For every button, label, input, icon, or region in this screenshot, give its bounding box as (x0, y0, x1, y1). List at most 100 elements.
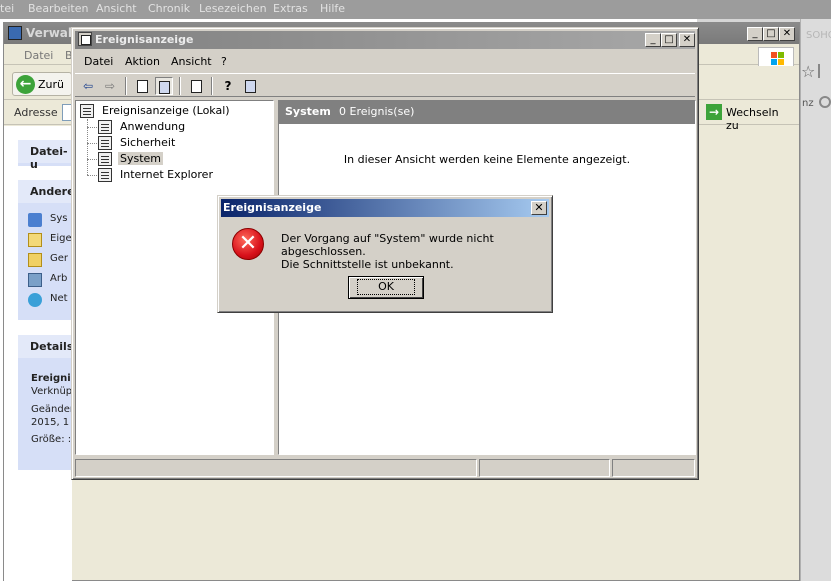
up-folder-icon[interactable] (133, 77, 151, 95)
explorer-title: Verwalt (26, 26, 78, 40)
eventviewer-toolbar: ⇦ ⇨ ? (75, 73, 695, 97)
menu-extras[interactable]: Extras (273, 2, 308, 15)
eventviewer-titlebar: Ereignisanzeige _ □ ✕ (75, 31, 695, 49)
dialog-title: Ereignisanzeige (223, 201, 322, 214)
eventviewer-menubar: Datei Aktion Ansicht ? (75, 51, 695, 71)
other-place-network[interactable]: Net (28, 292, 72, 308)
dialog-message-line1: Der Vorgang auf "System" wurde nicht abg… (281, 232, 494, 258)
addon-text: nz (802, 98, 814, 109)
menu-lesezeichen[interactable]: Lesezeichen (199, 2, 267, 15)
other-place-label: Sys (50, 213, 68, 224)
details-date: 2015, 1 (31, 417, 70, 428)
go-label: Wechseln zu (726, 106, 779, 132)
menu-chronik[interactable]: Chronik (148, 2, 190, 15)
menu-datei[interactable]: Datei (84, 55, 113, 68)
eventviewer-root-icon (80, 104, 94, 118)
go-arrow-icon: → (706, 104, 722, 120)
maximize-button[interactable]: □ (661, 33, 677, 47)
computer-icon (28, 273, 42, 287)
firefox-menubar: tei Bearbeiten Ansicht Chronik Lesezeich… (0, 0, 831, 19)
menu-ansicht[interactable]: Ansicht (171, 55, 212, 68)
status-cell (479, 459, 610, 477)
tree-connector (87, 175, 97, 176)
log-icon (98, 136, 112, 150)
tree-root-label: Ereignisanzeige (Lokal) (102, 104, 230, 117)
menu-help[interactable]: ? (221, 55, 227, 68)
file-tasks-header[interactable]: Datei- u (18, 140, 72, 171)
maximize-button[interactable]: □ (763, 27, 779, 41)
menu-bearbeiten[interactable]: Bearbeiten (28, 2, 88, 15)
other-places-header[interactable]: Andere (18, 180, 75, 203)
error-dialog: Ereignisanzeige ✕ ✕ Der Vorgang auf "Sys… (217, 195, 553, 313)
tree-connector (87, 159, 97, 160)
folder-icon (28, 253, 42, 267)
bookmark-soho[interactable]: SOHO (806, 30, 831, 41)
bookmark-star-icon[interactable]: ☆ (801, 62, 815, 81)
details-size: Größe: : (31, 434, 72, 445)
toolbar-separator (211, 77, 213, 95)
explorer-menu-datei[interactable]: Datei (24, 49, 53, 62)
show-action-pane-icon[interactable] (241, 77, 259, 95)
control-panel-icon (8, 26, 22, 40)
minimize-button[interactable]: _ (645, 33, 661, 47)
menu-datei[interactable]: tei (0, 2, 14, 15)
result-header: System 0 Ereignis(se) (279, 101, 695, 124)
other-place-documents[interactable]: Eige (28, 232, 72, 248)
dialog-message: Der Vorgang auf "System" wurde nicht abg… (281, 232, 552, 271)
menu-hilfe[interactable]: Hilfe (320, 2, 345, 15)
back-arrow-icon[interactable]: ⇦ (79, 77, 97, 95)
dialog-close-button[interactable]: ✕ (531, 201, 547, 215)
close-button[interactable]: ✕ (679, 33, 695, 47)
status-cell (612, 459, 695, 477)
task-pane: Datei- u Andere Sys Eige Ger Arb Net Det… (4, 126, 75, 581)
close-button[interactable]: ✕ (779, 27, 795, 41)
eventviewer-title: Ereignisanzeige (95, 33, 194, 46)
ok-label: OK (357, 279, 415, 295)
back-arrow-icon: ← (16, 75, 35, 94)
ok-button[interactable]: OK (348, 276, 424, 299)
details-type: Verknüp (31, 386, 73, 397)
tree-connector (87, 127, 97, 128)
go-button[interactable]: → Wechseln zu (704, 103, 792, 132)
minimize-button[interactable]: _ (747, 27, 763, 41)
details-group: Details (18, 335, 73, 470)
tree-item-label: Internet Explorer (120, 168, 213, 181)
file-tasks-group: Datei- u (18, 140, 72, 171)
details-changed: Geänder (31, 404, 74, 415)
back-button[interactable]: ← Zurü (12, 72, 72, 96)
other-place-label: Net (50, 293, 68, 304)
documents-icon (28, 233, 42, 247)
log-icon (98, 168, 112, 182)
other-place-system[interactable]: Sys (28, 212, 72, 228)
toolbar-separator (179, 77, 181, 95)
error-icon: ✕ (232, 228, 264, 260)
status-bar (75, 459, 695, 477)
other-places-group: Andere Sys Eige Ger Arb Net (18, 180, 75, 320)
log-icon (98, 120, 112, 134)
network-icon (28, 293, 42, 307)
show-tree-icon[interactable] (155, 77, 173, 95)
menu-aktion[interactable]: Aktion (125, 55, 160, 68)
tree-item-label: Anwendung (120, 120, 186, 133)
help-icon[interactable]: ? (219, 77, 237, 95)
other-place-devices[interactable]: Ger (28, 252, 72, 268)
other-place-label: Eige (50, 233, 72, 244)
address-label: Adresse (14, 106, 58, 119)
toolbar-separator (818, 64, 828, 78)
dialog-message-line2: Die Schnittstelle ist unbekannt. (281, 258, 454, 271)
tree-item-label: Sicherheit (120, 136, 176, 149)
result-header-name: System (285, 105, 331, 118)
tree-item-label: System (118, 152, 164, 165)
globe-icon[interactable] (819, 96, 831, 108)
menu-ansicht[interactable]: Ansicht (96, 2, 137, 15)
forward-arrow-icon[interactable]: ⇨ (101, 77, 119, 95)
system-icon (28, 213, 42, 227)
export-list-icon[interactable] (187, 77, 205, 95)
eventviewer-app-icon (78, 32, 92, 46)
other-place-label: Arb (50, 273, 68, 284)
status-cell (75, 459, 477, 477)
log-icon (98, 152, 112, 166)
details-header[interactable]: Details (18, 335, 73, 358)
back-label: Zurü (38, 78, 65, 91)
other-place-workstation[interactable]: Arb (28, 272, 72, 288)
